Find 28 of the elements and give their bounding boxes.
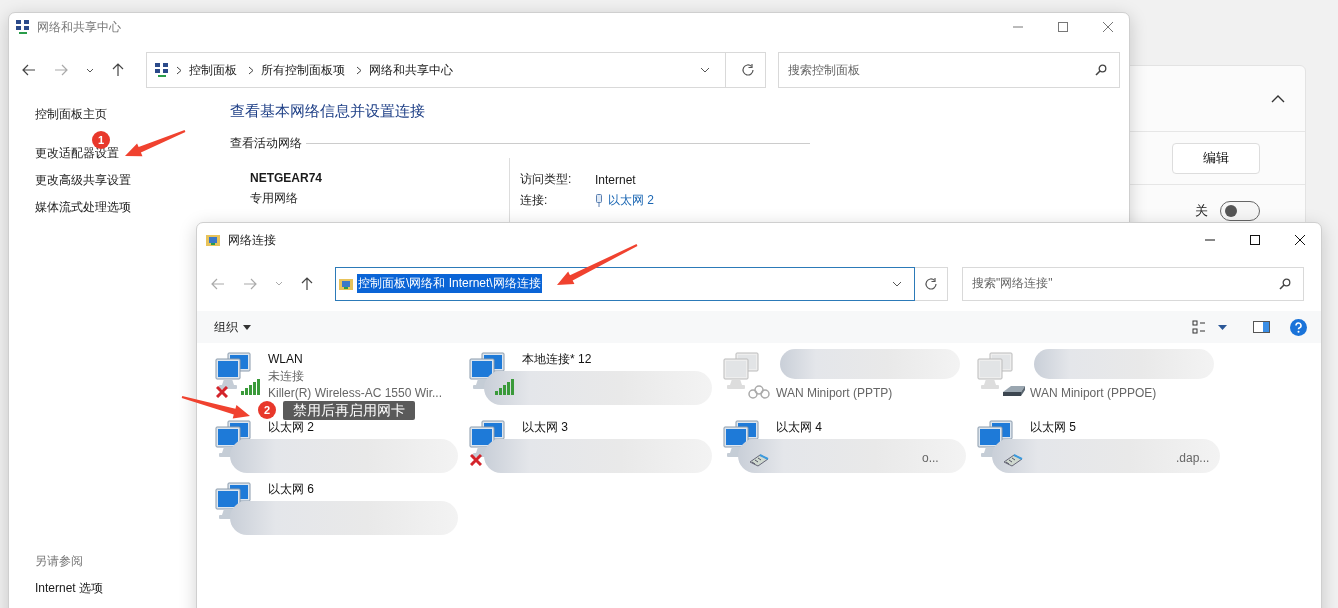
access-type-label: 访问类型: [520, 171, 573, 188]
connection-name: 以太网 5 [1030, 419, 1076, 436]
connection-detail: WAN Miniport (PPPOE) [1030, 385, 1157, 402]
connection-name: 以太网 4 [776, 419, 822, 436]
connection-name: 以太网 3 [522, 419, 568, 436]
connection-name: WLAN [268, 351, 304, 368]
window-title: 网络和共享中心 [37, 18, 121, 36]
connection-name: 本地连接* 12 [522, 351, 592, 368]
connection-detail: WAN Miniport (PPTP) [776, 385, 893, 402]
network-type: 专用网络 [250, 190, 299, 207]
annotation-tooltip: 禁用后再启用网卡 [283, 401, 415, 420]
search-placeholder: 搜索控制面板 [788, 61, 860, 79]
connection-name: 以太网 2 [268, 419, 314, 436]
search-placeholder: 搜索"网络连接" [972, 275, 1053, 292]
see-also-heading: 另请参阅 [35, 553, 83, 570]
network-name: NETGEAR74 [250, 171, 324, 185]
connection-detail: .dap... [1176, 451, 1210, 465]
connection-name: 以太网 6 [268, 481, 314, 498]
address-text: 控制面板\网络和 Internet\网络连接 [357, 274, 542, 293]
access-type-value: Internet [595, 172, 636, 187]
toggle-label: 关 [1195, 202, 1208, 220]
page-heading: 查看基本网络信息并设置连接 [230, 102, 426, 121]
connection-label: 连接: [520, 192, 549, 209]
connection-detail: Killer(R) Wireless-AC 1550 Wir... [268, 385, 443, 402]
connection-detail: o... [922, 451, 939, 465]
section-title: 查看活动网络 [230, 136, 302, 151]
window-title: 网络连接 [228, 231, 276, 249]
connection-detail: 未连接 [268, 368, 305, 385]
